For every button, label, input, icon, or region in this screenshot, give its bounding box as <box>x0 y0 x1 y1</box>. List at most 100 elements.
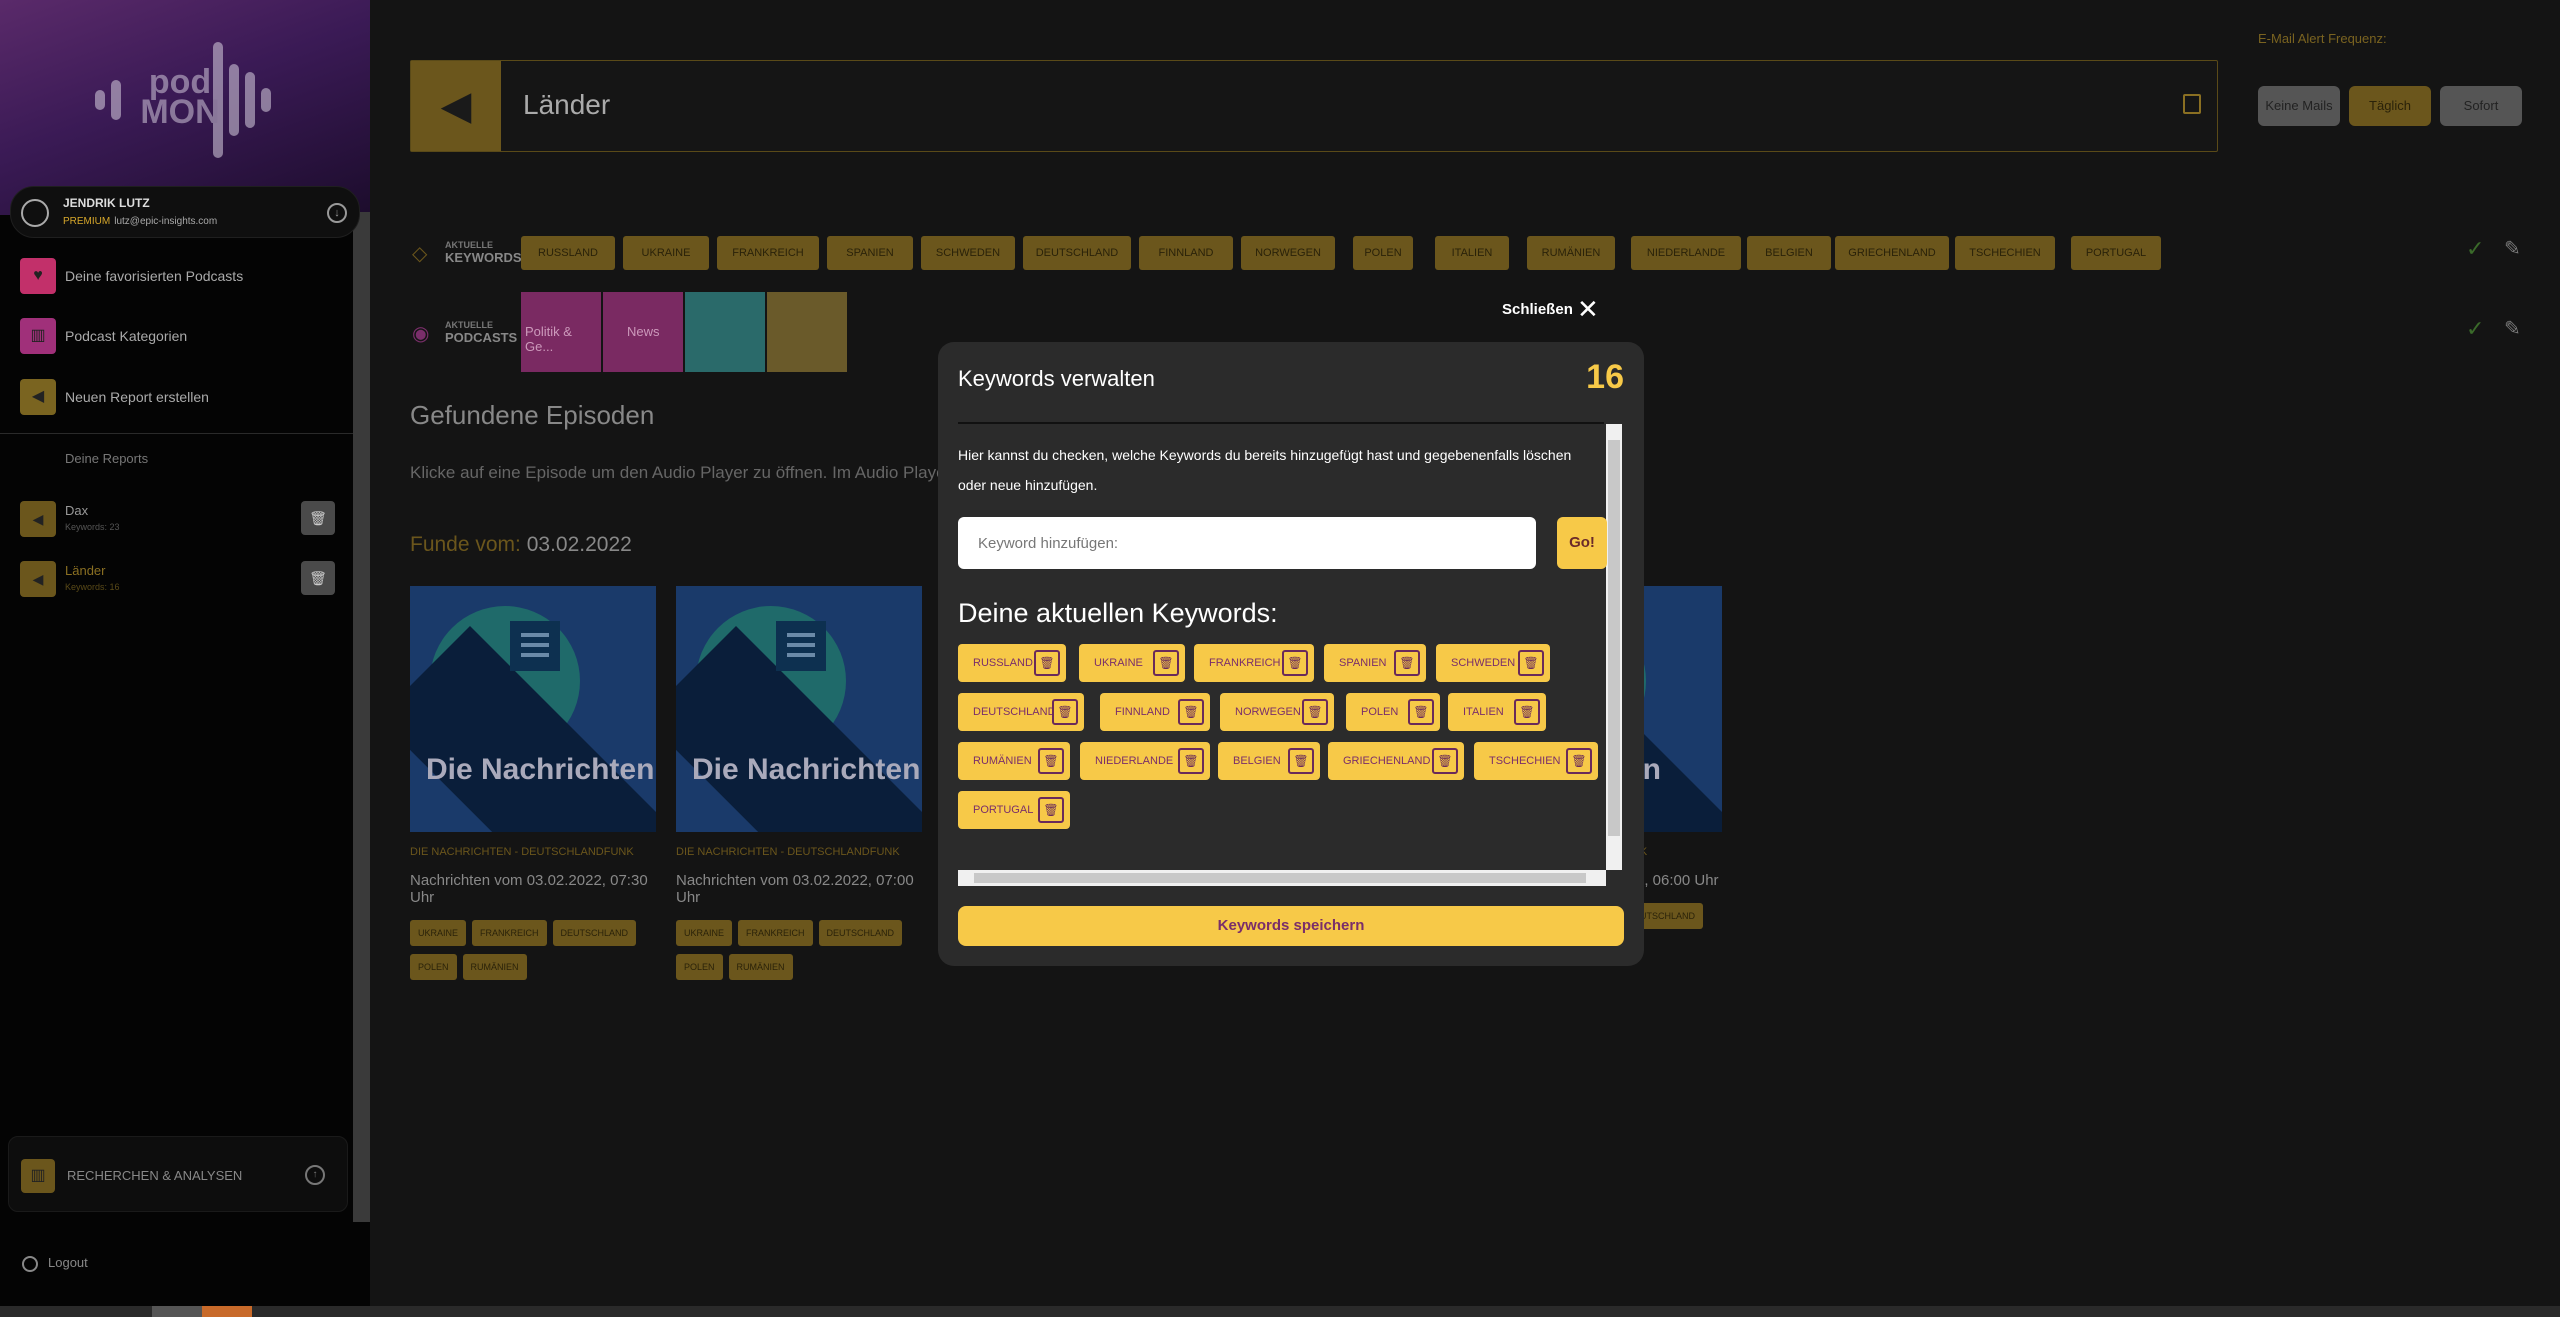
close-label: Schließen <box>1502 301 1573 318</box>
research-panel[interactable]: ▥ RECHERCHEN & ANALYSEN ↑ <box>8 1136 348 1212</box>
sidebar-item-favorites[interactable]: ♥ Deine favorisierten Podcasts <box>20 258 340 294</box>
episode-cover-image: Die Nachrichten <box>676 586 922 832</box>
trash-icon[interactable]: 🗑 <box>1514 699 1540 725</box>
close-icon: ✕ <box>1577 294 1599 324</box>
expand-up-icon[interactable]: ↑ <box>305 1165 325 1185</box>
keyword-chip[interactable]: SCHWEDEN <box>921 236 1015 270</box>
sidebar-scrollbar[interactable] <box>353 212 370 1222</box>
sidebar-item-categories[interactable]: ▥ Podcast Kategorien <box>20 318 340 354</box>
modal-vertical-scrollbar[interactable] <box>1606 424 1622 870</box>
alert-option-none[interactable]: Keine Mails <box>2258 86 2340 126</box>
user-card[interactable]: JENDRIK LUTZ PREMIUM lutz@epic-insights.c… <box>10 186 360 238</box>
megaphone-icon: ◀ <box>411 61 501 151</box>
download-icon[interactable]: ↓ <box>327 203 347 223</box>
trash-icon[interactable]: 🗑 <box>1038 797 1064 823</box>
keyword-input[interactable] <box>958 517 1536 569</box>
keyword-count: 16 <box>1586 358 1624 396</box>
cover-text: Die Nachrichten <box>692 753 921 786</box>
episode-card[interactable]: Die Nachrichten DIE NACHRICHTEN - DEUTSC… <box>410 586 656 988</box>
episode-card[interactable]: Die Nachrichten DIE NACHRICHTEN - DEUTSC… <box>676 586 922 988</box>
heart-icon: ♥ <box>20 258 56 294</box>
keyword-chip[interactable]: POLEN <box>1353 236 1413 270</box>
podmon-logo[interactable]: pod MON <box>95 42 275 158</box>
trash-icon[interactable]: 🗑 <box>1566 748 1592 774</box>
episode-keyword-chip: DEUTSCHLAND <box>818 920 903 946</box>
user-plan: PREMIUM <box>63 216 111 227</box>
report-title-bar: ◀ Länder <box>410 60 2218 152</box>
keyword-chip[interactable]: GRIECHENLAND <box>1835 236 1949 270</box>
trash-icon[interactable]: 🗑 <box>1178 748 1204 774</box>
trash-icon[interactable]: 🗑 <box>1432 748 1458 774</box>
email-alert-label: E-Mail Alert Frequenz: <box>2258 31 2387 46</box>
trash-icon[interactable]: 🗑 <box>1282 650 1308 676</box>
add-keyword-button[interactable]: Go! <box>1557 517 1607 569</box>
podcast-cover-image[interactable] <box>685 292 765 372</box>
keyword-chip[interactable]: PORTUGAL <box>2071 236 2161 270</box>
trash-icon[interactable]: 🗑 <box>1518 650 1544 676</box>
user-email: lutz@epic-insights.com <box>114 216 218 227</box>
trash-icon[interactable]: 🗑 <box>1394 650 1420 676</box>
keyword-chip[interactable]: NIEDERLANDE <box>1631 236 1741 270</box>
trash-icon[interactable]: 🗑 <box>1034 650 1060 676</box>
found-date: Funde vom: 03.02.2022 <box>410 533 632 556</box>
keyword-chip[interactable]: ITALIEN <box>1435 236 1509 270</box>
podcast-tile[interactable]: Politik & Ge... <box>521 292 601 372</box>
sidebar-item-new-report[interactable]: ◀ Neuen Report erstellen <box>20 379 340 415</box>
keyword-chip[interactable]: DEUTSCHLAND <box>1023 236 1131 270</box>
keyword-chip[interactable]: RUMÄNIEN <box>1527 236 1615 270</box>
episode-keywords: UKRAINE FRANKREICH DEUTSCHLAND POLEN RUMÄNI… <box>676 920 922 988</box>
modal-keyword-chip: POLEN 🗑 <box>1346 693 1440 731</box>
save-icon[interactable] <box>2183 94 2201 114</box>
trash-icon[interactable]: 🗑 <box>1052 699 1078 725</box>
logout-link[interactable]: Logout <box>22 1255 88 1272</box>
current-keywords-title: Deine aktuellen Keywords: <box>958 598 1278 628</box>
trash-icon[interactable]: 🗑 <box>1288 748 1314 774</box>
podcasts-edit-icon[interactable]: ✎ <box>2504 316 2521 341</box>
episode-keyword-chip: DEUTSCHLAND <box>552 920 637 946</box>
sidebar: pod MON JENDRIK LUTZ PREMIUM lutz@epic-ins… <box>0 0 370 1317</box>
trash-icon[interactable]: 🗑 <box>1038 748 1064 774</box>
keyword-chip[interactable]: RUSSLAND <box>521 236 615 270</box>
found-episodes-title: Gefundene Episoden <box>410 400 655 430</box>
modal-keyword-chip: SCHWEDEN 🗑 <box>1436 644 1550 682</box>
episode-keyword-chip: POLEN <box>676 954 723 980</box>
keywords-confirm-icon[interactable]: ✓ <box>2466 236 2484 262</box>
save-keywords-button[interactable]: Keywords speichern <box>958 906 1624 946</box>
modal-divider <box>958 422 1604 424</box>
episode-keyword-chip: RUMÄNIEN <box>462 954 527 980</box>
modal-keyword-chip: GRIECHENLAND 🗑 <box>1328 742 1464 780</box>
trash-icon[interactable]: 🗑 <box>1302 699 1328 725</box>
podcasts-confirm-icon[interactable]: ✓ <box>2466 316 2484 342</box>
modal-horizontal-scrollbar[interactable] <box>958 870 1606 886</box>
page-title[interactable]: Länder <box>523 89 610 121</box>
keywords-edit-icon[interactable]: ✎ <box>2504 236 2521 261</box>
megaphone-icon: ◀ <box>20 561 56 597</box>
trash-icon[interactable]: 🗑 <box>1178 699 1204 725</box>
alert-option-daily[interactable]: Täglich <box>2349 86 2431 126</box>
modal-keyword-chip: PORTUGAL 🗑 <box>958 791 1070 829</box>
podcast-cover-image[interactable] <box>767 292 847 372</box>
keyword-chip[interactable]: FINNLAND <box>1139 236 1233 270</box>
modal-keyword-chip: FINNLAND 🗑 <box>1100 693 1210 731</box>
delete-report-button[interactable]: 🗑 <box>301 501 335 535</box>
keyword-chip[interactable]: SPANIEN <box>827 236 913 270</box>
modal-title: Keywords verwalten <box>958 366 1155 391</box>
episode-title: Nachrichten vom 03.02.2022, 07:00 Uhr <box>676 872 914 906</box>
keyword-chip[interactable]: UKRAINE <box>623 236 709 270</box>
report-item-laender[interactable]: ◀ Länder Keywords: 16 🗑 <box>20 561 335 597</box>
sidebar-divider <box>0 433 353 434</box>
podcast-tile[interactable]: News <box>603 292 683 372</box>
reports-section-title: Deine Reports <box>65 451 149 466</box>
keyword-chip[interactable]: TSCHECHIEN <box>1955 236 2055 270</box>
keyword-chip[interactable]: BELGIEN <box>1747 236 1831 270</box>
alert-option-instant[interactable]: Sofort <box>2440 86 2522 126</box>
modal-keyword-chip: RUSSLAND 🗑 <box>958 644 1066 682</box>
keyword-chip[interactable]: NORWEGEN <box>1241 236 1335 270</box>
keyword-chip[interactable]: FRANKREICH <box>717 236 819 270</box>
episode-keyword-chip: UKRAINE <box>410 920 467 946</box>
app-root: pod MON JENDRIK LUTZ PREMIUM lutz@epic-ins… <box>0 0 2560 1317</box>
trash-icon[interactable]: 🗑 <box>1408 699 1434 725</box>
trash-icon[interactable]: 🗑 <box>1153 650 1179 676</box>
delete-report-button[interactable]: 🗑 <box>301 561 335 595</box>
report-item-dax[interactable]: ◀ Dax Keywords: 23 🗑 <box>20 501 335 537</box>
